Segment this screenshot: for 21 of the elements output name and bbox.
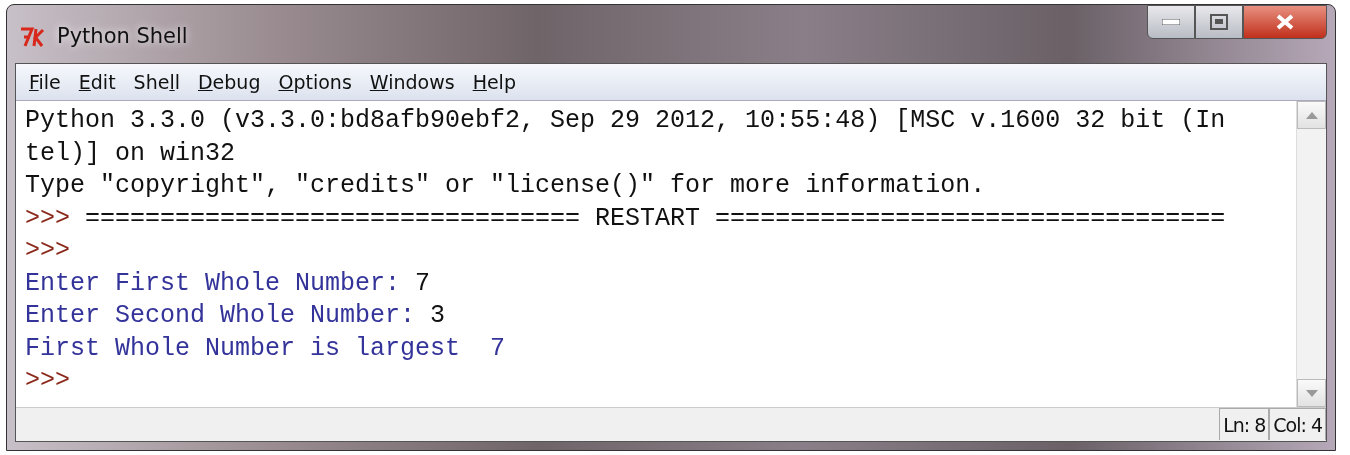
shell-output: Python 3.3.0 (v3.3.0:bd8afb90ebf2, Sep 29 2012, 10:55:48) [MSC v.1600 32 bit (In tel)] on win32 Type "copyright", "credits" or "license()" for more information. >>> ================================= RESTART ================================== >>> Enter First Whole Number: 7 Enter Second Whole Number: 3 First Whole Number is largest 7 >>>: [24, 105, 1227, 397]
close-button[interactable]: [1243, 5, 1327, 39]
minimize-icon: [1162, 19, 1180, 25]
menu-item[interactable]: Debug: [188, 65, 270, 99]
menu-item[interactable]: Windows: [360, 65, 464, 99]
maximize-button[interactable]: [1195, 5, 1243, 39]
status-field: Col: 4: [1269, 408, 1326, 440]
close-icon: [1276, 14, 1294, 30]
up-arrow-icon: [1305, 111, 1318, 119]
down-arrow-icon: [1305, 389, 1318, 397]
menu-item[interactable]: Help: [463, 65, 525, 99]
menu-item[interactable]: Shell: [124, 65, 189, 99]
menu-item[interactable]: Options: [269, 65, 361, 99]
minimize-button[interactable]: [1147, 5, 1195, 39]
scroll-down-button[interactable]: [1297, 379, 1326, 407]
scroll-up-button[interactable]: [1297, 101, 1326, 129]
menu-item[interactable]: Edit: [69, 65, 125, 99]
menu-item[interactable]: File: [20, 65, 70, 99]
window-title: Python Shell: [57, 23, 188, 50]
status-field: Ln: 8: [1219, 408, 1270, 440]
maximize-icon: [1210, 14, 1228, 30]
